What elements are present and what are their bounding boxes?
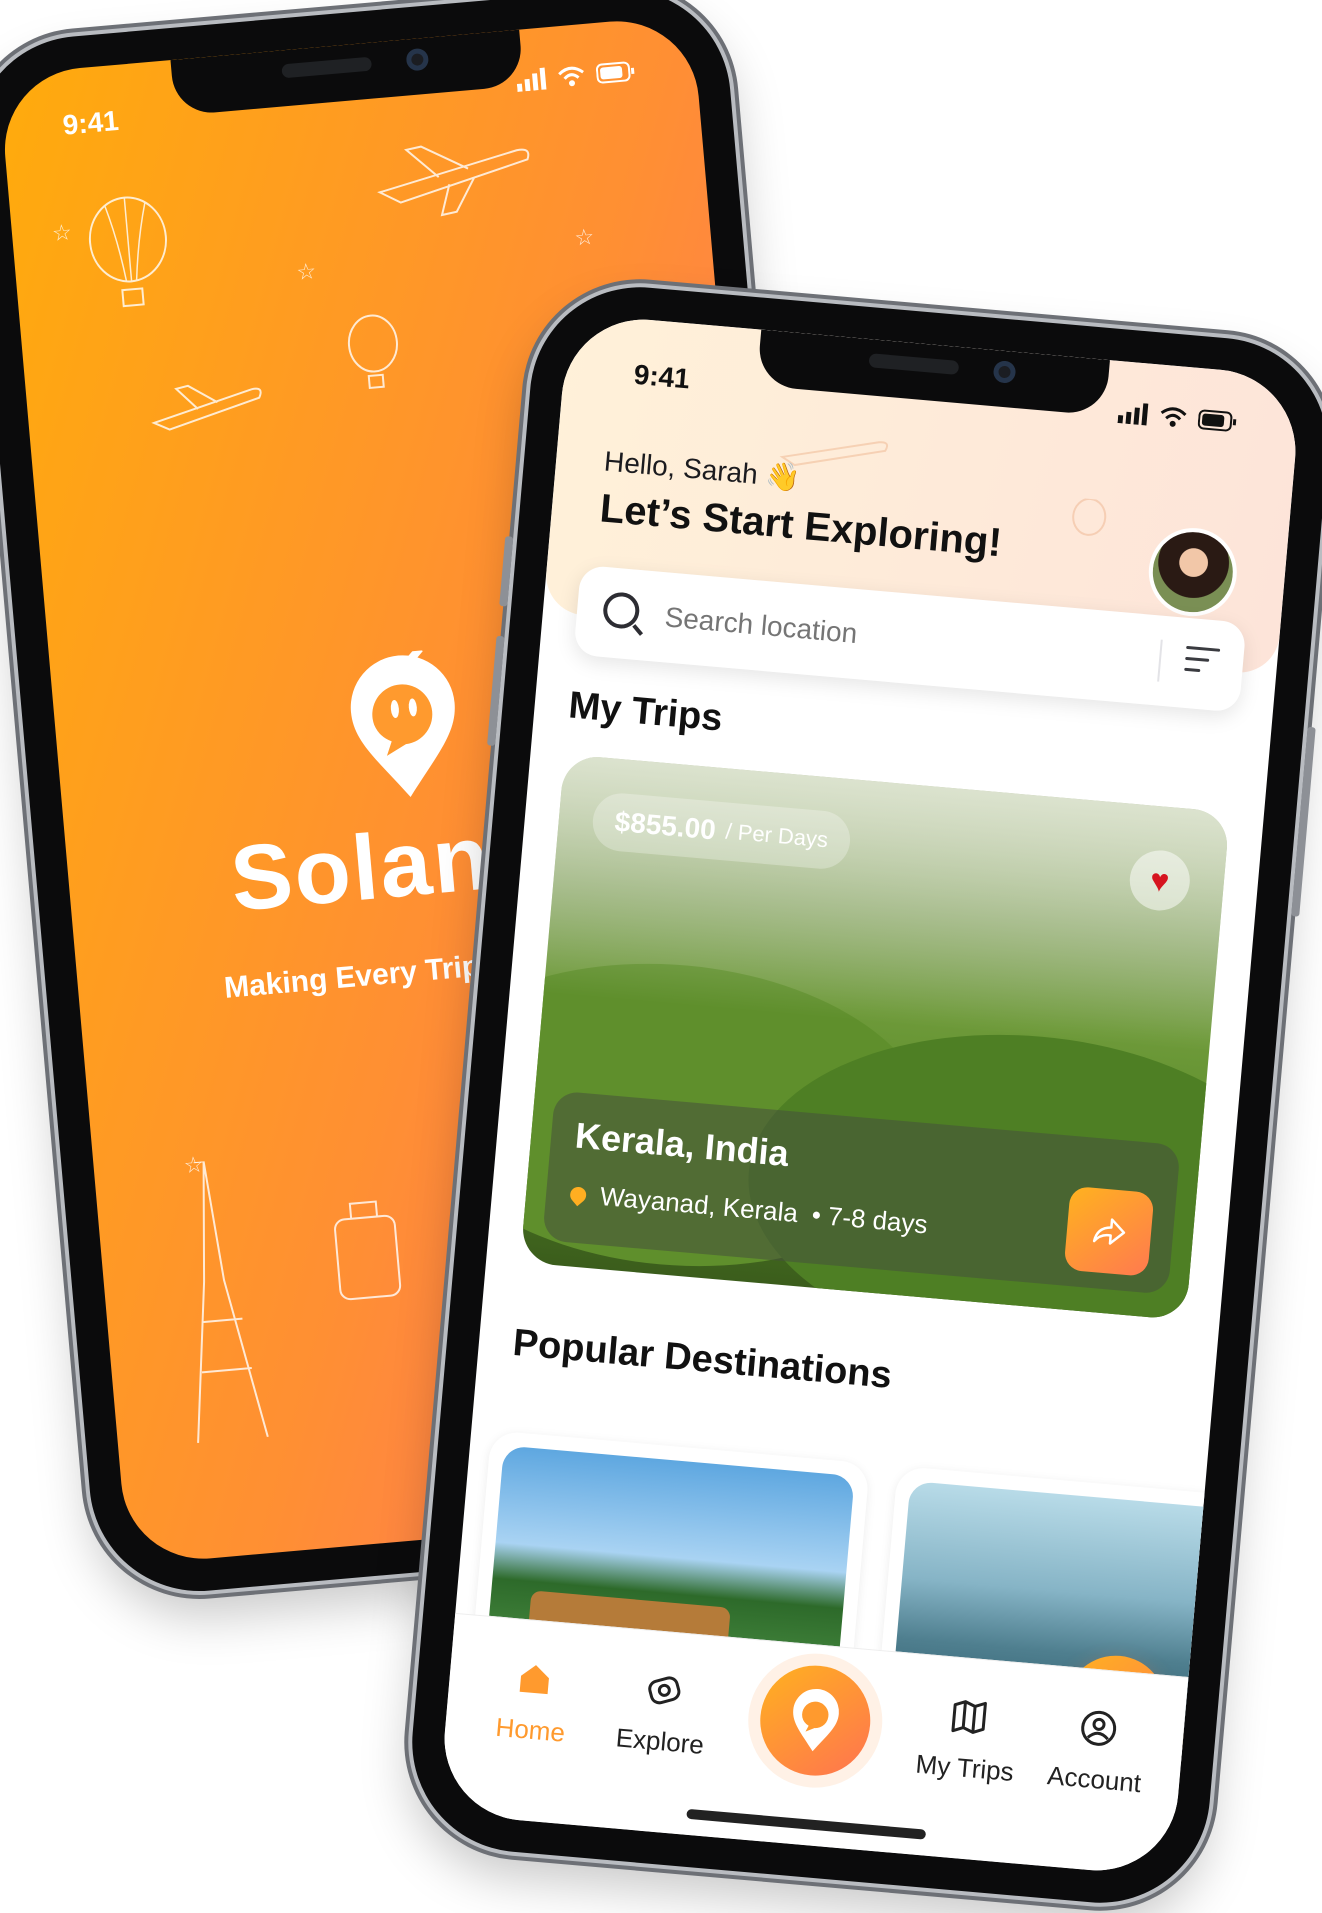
battery-icon bbox=[1197, 409, 1237, 432]
star-icon: ☆ bbox=[51, 219, 73, 247]
share-button[interactable] bbox=[1063, 1185, 1155, 1277]
price-unit: / Per Days bbox=[724, 818, 830, 853]
airplane-doodle-icon bbox=[151, 384, 262, 431]
star-icon: ☆ bbox=[295, 258, 318, 285]
my-trips-title: My Trips bbox=[566, 684, 725, 740]
tab-my-trips[interactable]: My Trips bbox=[899, 1691, 1036, 1789]
home-indicator bbox=[686, 1808, 927, 1840]
filter-icon[interactable] bbox=[1184, 645, 1221, 679]
trip-name: Kerala, India bbox=[573, 1114, 791, 1175]
trip-card[interactable]: $855.00 / Per Days ♥ Kerala, India Wayan… bbox=[520, 754, 1231, 1321]
search-input[interactable] bbox=[661, 596, 1108, 677]
luggage-doodle-icon bbox=[334, 1200, 402, 1301]
notch bbox=[170, 29, 525, 116]
share-icon bbox=[1092, 1218, 1126, 1245]
tab-label: Account bbox=[1046, 1760, 1143, 1799]
center-logo-button[interactable] bbox=[755, 1661, 875, 1781]
wifi-icon bbox=[1160, 407, 1187, 427]
signal-icon bbox=[516, 67, 547, 92]
trip-location: Wayanad, Kerala bbox=[598, 1180, 800, 1229]
balloon-doodle-icon bbox=[347, 314, 398, 390]
tab-home[interactable]: Home bbox=[464, 1653, 601, 1751]
app-phone: 9:41 Hello, Sarah 👋 Let’s Start Explorin… bbox=[403, 278, 1322, 1912]
location-pin-icon bbox=[566, 1183, 590, 1206]
divider bbox=[1157, 639, 1163, 682]
trip-price: $855.00 bbox=[613, 805, 718, 846]
logo-icon bbox=[793, 1688, 839, 1752]
phone-side-button bbox=[1291, 726, 1316, 917]
airplane-doodle-icon bbox=[377, 145, 530, 217]
star-icon: ☆ bbox=[573, 223, 596, 251]
wifi-icon bbox=[558, 66, 584, 87]
status-icons bbox=[516, 60, 637, 92]
tower-doodle-icon bbox=[193, 1160, 269, 1443]
tab-account[interactable]: Account bbox=[1028, 1703, 1165, 1801]
trip-meta: Wayanad, Kerala • 7-8 days bbox=[566, 1178, 929, 1240]
star-icon: ☆ bbox=[182, 1151, 205, 1179]
battery-icon bbox=[595, 61, 635, 84]
signal-icon bbox=[1117, 403, 1149, 426]
tab-label: My Trips bbox=[914, 1748, 1015, 1788]
status-time: 9:41 bbox=[632, 358, 692, 395]
trip-duration: • 7-8 days bbox=[810, 1199, 929, 1240]
heart-icon: ♥ bbox=[1148, 861, 1171, 899]
balloon-doodle-icon bbox=[88, 196, 167, 308]
logo-icon bbox=[338, 646, 471, 807]
explore-icon bbox=[640, 1668, 688, 1716]
search-icon bbox=[601, 590, 641, 630]
map-icon bbox=[945, 1695, 993, 1743]
status-time: 9:41 bbox=[61, 104, 120, 141]
balloon-doodle-icon bbox=[1072, 497, 1107, 536]
account-icon bbox=[1075, 1706, 1123, 1754]
tab-label: Explore bbox=[614, 1722, 706, 1760]
home-icon bbox=[511, 1657, 559, 1705]
tab-label: Home bbox=[494, 1711, 567, 1748]
tab-explore[interactable]: Explore bbox=[594, 1665, 731, 1763]
popular-destinations-title: Popular Destinations bbox=[511, 1321, 894, 1397]
home-screen: 9:41 Hello, Sarah 👋 Let’s Start Explorin… bbox=[437, 312, 1303, 1878]
